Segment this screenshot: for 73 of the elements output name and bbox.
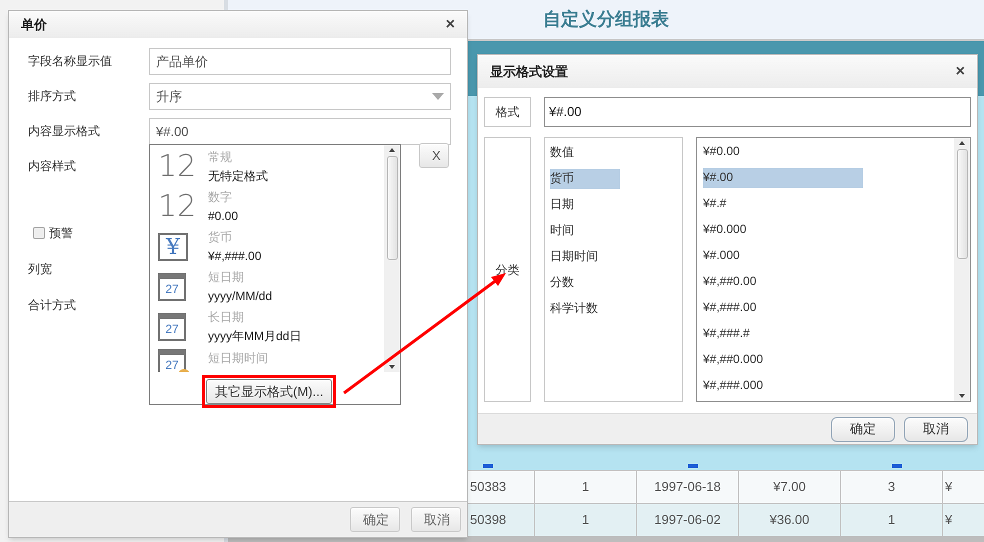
format-item[interactable]: ¥#.000 <box>703 246 863 266</box>
warning-checkbox[interactable] <box>33 226 45 238</box>
option-category: 长日期 <box>208 309 245 326</box>
format-item[interactable]: ¥#0.000 <box>703 220 863 240</box>
format-item[interactable]: ¥#,###.# <box>703 324 863 344</box>
more-formats-button[interactable]: 其它显示格式(M)... <box>206 379 332 404</box>
format-item[interactable]: ¥#,###.00 <box>703 298 863 318</box>
cancel-button[interactable]: 取消 <box>904 416 968 442</box>
scroll-up-icon[interactable] <box>958 140 966 146</box>
cancel-button[interactable]: 取消 <box>411 507 461 532</box>
format-option[interactable]: 27 短日期 yyyy/MM/dd <box>158 267 384 307</box>
report-title: 自定义分组报表 <box>543 8 669 31</box>
marker-icon <box>483 464 493 468</box>
close-button[interactable]: × <box>446 12 455 36</box>
number-icon: 12 <box>158 190 196 224</box>
calendar-icon: 27 <box>158 313 186 341</box>
currency-icon: ¥ <box>158 233 188 261</box>
dialog-title: 显示格式设置 <box>490 62 568 81</box>
format-label: 格式 <box>484 97 531 127</box>
format-option[interactable]: ¥ 货币 ¥#,###.00 <box>158 227 384 267</box>
option-category: 数字 <box>208 189 233 206</box>
calendar-icon: 27 <box>158 273 186 301</box>
category-item[interactable]: 货币 <box>550 169 620 189</box>
format-item[interactable]: ¥#0.00 <box>703 142 863 162</box>
close-button[interactable]: × <box>956 60 965 84</box>
clear-button[interactable]: X <box>419 143 449 168</box>
ok-button[interactable]: 确定 <box>350 507 400 532</box>
field-label: 内容显示格式 <box>28 123 101 140</box>
category-item[interactable]: 数值 <box>550 143 620 163</box>
scrollbar[interactable] <box>954 138 970 401</box>
option-category: 货币 <box>208 229 233 246</box>
text-field[interactable]: ¥#.00 <box>149 118 451 145</box>
option-format: 无特定格式 <box>208 168 268 185</box>
field-label: 合计方式 <box>28 297 76 314</box>
field-label: 列宽 <box>28 261 52 278</box>
category-item[interactable]: 日期 <box>550 195 620 215</box>
field-label: 排序方式 <box>28 88 77 105</box>
category-item[interactable]: 日期时间 <box>550 247 620 267</box>
number-icon: 12 <box>158 150 196 184</box>
dialog-title: 单价 <box>21 16 47 34</box>
option-format: yyyy/MM/dd <box>208 288 272 305</box>
scroll-up-icon[interactable] <box>388 147 396 153</box>
format-option[interactable]: 27 长日期 yyyy年MM月dd日 <box>158 307 384 347</box>
table-cell-text: ¥ <box>944 511 954 530</box>
category-item[interactable]: 科学计数 <box>550 299 620 319</box>
option-format: #0.00 <box>208 208 238 225</box>
option-category: 短日期 <box>208 269 245 286</box>
format-item[interactable]: ¥#.00 <box>703 168 863 188</box>
format-item[interactable]: ¥#,##0.000 <box>703 350 863 370</box>
option-format: ¥#,###.00 <box>208 248 262 265</box>
scrollbar[interactable] <box>384 145 400 372</box>
category-item[interactable]: 分数 <box>550 273 620 293</box>
table-cell-text: ¥ <box>944 478 954 496</box>
checkbox-label: 预警 <box>49 224 73 242</box>
scroll-down-icon[interactable] <box>388 364 396 370</box>
format-option[interactable]: 27 短日期时间 <box>158 347 384 372</box>
option-format: yyyy年MM月dd日 <box>208 328 302 345</box>
caret-icon <box>432 93 444 100</box>
field-label: 内容样式 <box>28 158 77 175</box>
marker-icon <box>688 464 698 468</box>
sort-select[interactable]: 升序 <box>149 83 451 110</box>
format-item[interactable]: ¥#,###.000 <box>703 376 863 396</box>
format-item[interactable]: ¥#,##0.00 <box>703 272 863 292</box>
format-item[interactable]: ¥#.# <box>703 194 863 214</box>
ok-button[interactable]: 确定 <box>831 416 895 442</box>
scroll-down-icon[interactable] <box>958 393 966 399</box>
text-field[interactable]: 产品单价 <box>149 48 451 75</box>
option-category: 短日期时间 <box>208 350 268 367</box>
option-category: 常规 <box>208 149 233 166</box>
format-field[interactable]: ¥#.00 <box>544 97 971 127</box>
field-label: 字段名称显示值 <box>28 53 113 70</box>
marker-icon <box>892 464 902 468</box>
category-item[interactable]: 时间 <box>550 221 620 241</box>
